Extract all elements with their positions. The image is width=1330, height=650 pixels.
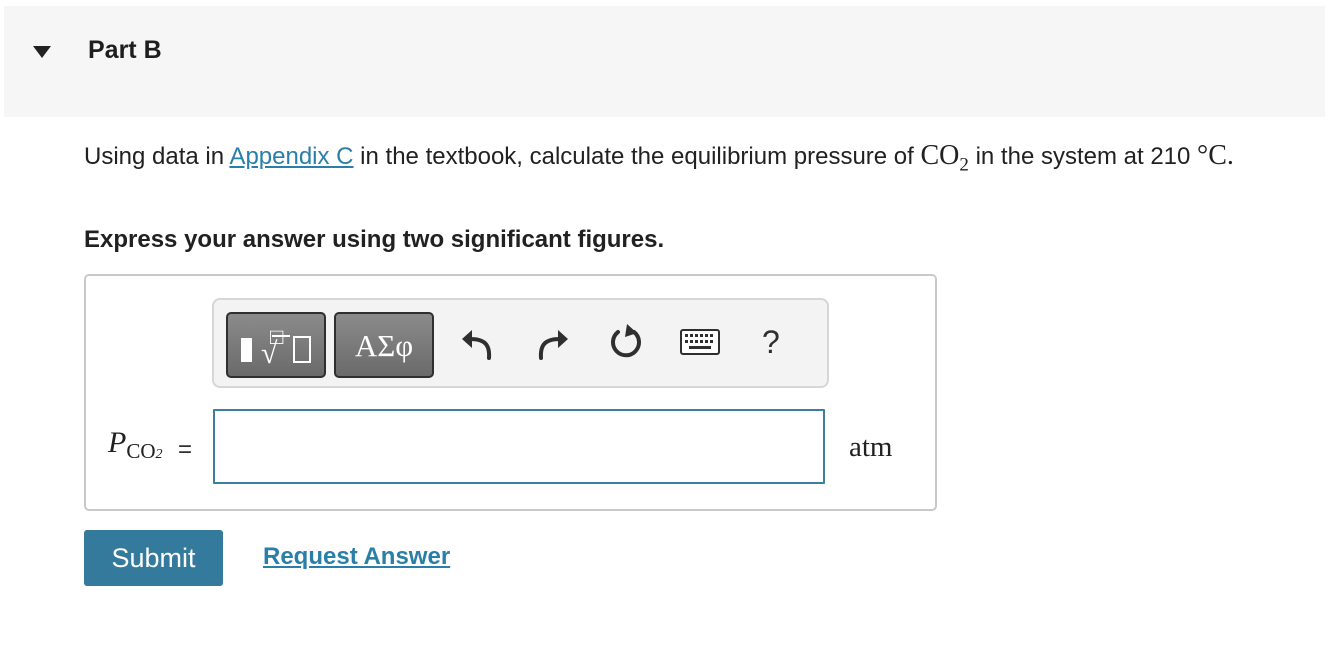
question-text: Using data in Appendix C in the textbook… (84, 140, 1234, 176)
symbols-button[interactable]: ΑΣφ (334, 312, 434, 378)
collapse-caret-icon[interactable] (33, 46, 51, 58)
unit-label: atm (849, 431, 893, 463)
answer-input[interactable] (213, 409, 825, 484)
answer-box: □ √ ΑΣφ ? PCO2 = atm (84, 274, 937, 511)
equals-sign: = (178, 436, 193, 463)
symbols-label: ΑΣφ (354, 328, 414, 363)
help-icon[interactable]: ? (762, 324, 780, 361)
redo-icon[interactable] (536, 326, 570, 362)
reset-icon[interactable] (608, 322, 644, 362)
co2-formula: CO2 (920, 140, 969, 176)
part-header (4, 6, 1325, 117)
templates-icon: □ √ (241, 324, 311, 370)
submit-button[interactable]: Submit (84, 530, 223, 586)
part-title: Part B (88, 36, 162, 64)
variable-label: PCO2 (108, 426, 163, 463)
temperature-unit: °C. (1197, 140, 1234, 171)
undo-icon[interactable] (460, 326, 494, 362)
request-answer-link[interactable]: Request Answer (263, 543, 450, 571)
keyboard-icon[interactable] (680, 329, 720, 355)
appendix-link[interactable]: Appendix C (229, 143, 353, 170)
templates-button[interactable]: □ √ (226, 312, 326, 378)
instruction-text: Express your answer using two significan… (84, 226, 665, 253)
svg-text:√: √ (261, 337, 278, 370)
math-toolbar: □ √ ΑΣφ ? (212, 298, 829, 388)
